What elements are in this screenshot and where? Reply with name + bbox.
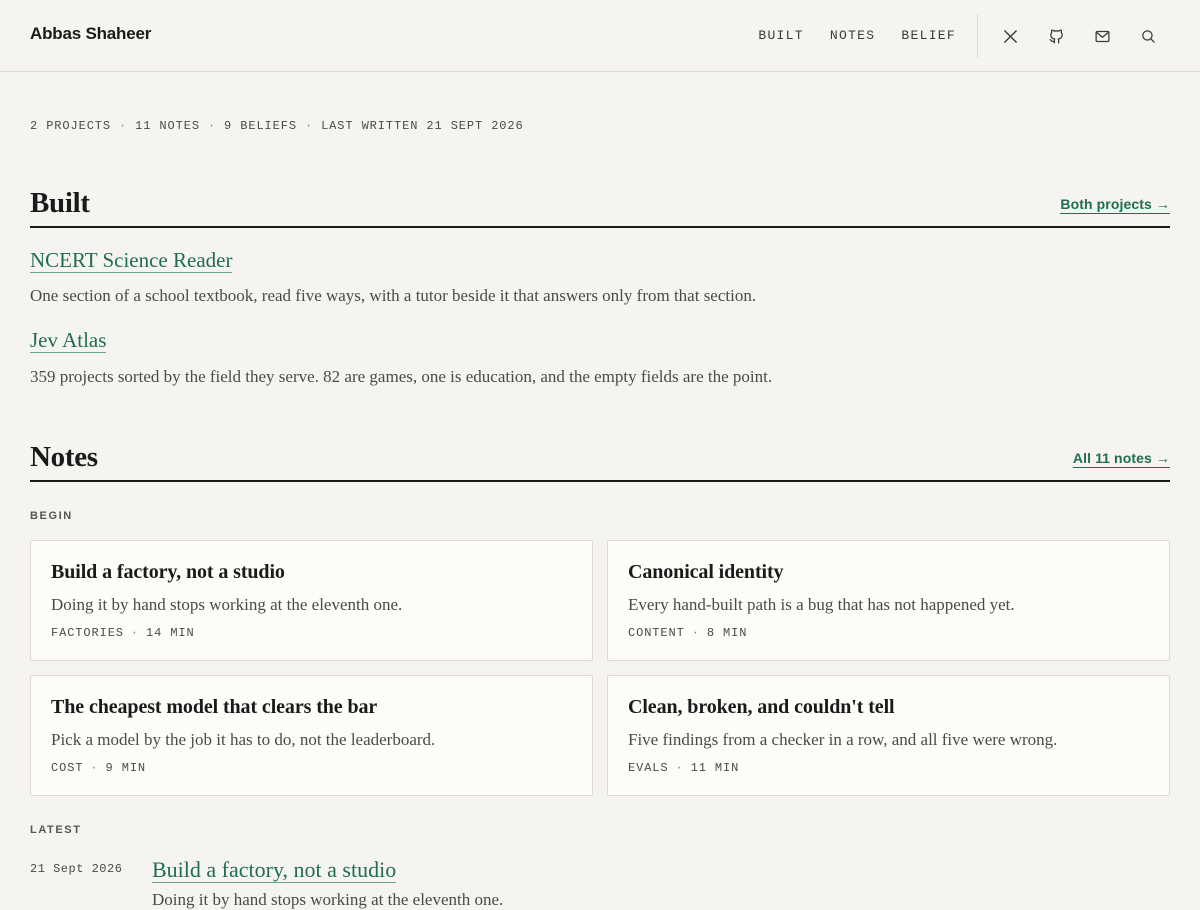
note-card-tag: COST xyxy=(51,761,84,775)
note-card-title: Build a factory, not a studio xyxy=(51,561,285,583)
meta-separator: · xyxy=(675,761,684,775)
latest-note-link[interactable]: Build a factory, not a studio xyxy=(152,857,397,884)
note-card-tag: FACTORIES xyxy=(51,626,124,640)
stat-separator: · xyxy=(304,119,314,133)
note-card-read-time: 14 MIN xyxy=(146,626,195,640)
github-icon[interactable] xyxy=(1043,23,1069,49)
note-card-description: Pick a model by the job it has to do, no… xyxy=(51,730,436,749)
project-description: 359 projects sorted by the field they se… xyxy=(30,367,773,386)
site-header: Abbas Shaheer BUILT NOTES BELIEF xyxy=(0,0,1200,72)
note-card-title: Clean, broken, and couldn't tell xyxy=(628,696,895,718)
notes-section-header: Notes All 11 notes → xyxy=(30,438,1170,482)
latest-note-description: Doing it by hand stops working at the el… xyxy=(152,890,504,909)
note-card-meta: CONTENT · 8 MIN xyxy=(628,626,747,640)
notes-section-title: Notes xyxy=(30,441,98,473)
both-projects-link[interactable]: Both projects → xyxy=(1060,196,1170,214)
stat-beliefs: 9 BELIEFS xyxy=(224,119,297,133)
note-card-meta: EVALS · 11 MIN xyxy=(628,761,739,775)
note-card-description: Five findings from a checker in a row, a… xyxy=(628,730,1058,749)
note-card-description: Every hand-built path is a bug that has … xyxy=(628,595,1015,614)
meta-separator: · xyxy=(90,761,99,775)
note-card-read-time: 11 MIN xyxy=(690,761,740,775)
search-icon[interactable] xyxy=(1135,23,1161,49)
note-card[interactable]: The cheapest model that clears the bar P… xyxy=(30,675,593,796)
site-stats: 2 PROJECTS · 11 NOTES · 9 BELIEFS · LAST… xyxy=(30,119,524,133)
latest-label: LATEST xyxy=(30,824,82,836)
stat-notes: 11 NOTES xyxy=(135,119,200,133)
note-card[interactable]: Canonical identity Every hand-built path… xyxy=(607,540,1170,661)
note-card-read-time: 8 MIN xyxy=(706,626,748,640)
stat-last-written: LAST WRITTEN 21 SEPT 2026 xyxy=(321,119,524,133)
note-card-description: Doing it by hand stops working at the el… xyxy=(51,595,403,614)
latest-note-date: 21 Sept 2026 xyxy=(30,862,123,876)
begin-label: BEGIN xyxy=(30,510,73,522)
note-card-title: Canonical identity xyxy=(628,561,784,583)
note-card-meta: COST · 9 MIN xyxy=(51,761,146,775)
stat-projects: 2 PROJECTS xyxy=(30,119,112,133)
all-notes-link[interactable]: All 11 notes → xyxy=(1072,450,1170,468)
nav-item-notes[interactable]: NOTES xyxy=(830,28,876,43)
meta-separator: · xyxy=(130,626,140,640)
note-card-tag: EVALS xyxy=(628,761,669,775)
mail-icon[interactable] xyxy=(1089,23,1115,49)
site-name-link[interactable]: Abbas Shaheer xyxy=(30,24,151,44)
note-card-tag: CONTENT xyxy=(628,626,685,640)
project-link-ncert-science-reader[interactable]: NCERT Science Reader xyxy=(30,248,233,274)
note-card-meta: FACTORIES · 14 MIN xyxy=(51,626,195,640)
note-card[interactable]: Clean, broken, and couldn't tell Five fi… xyxy=(607,675,1170,796)
nav-divider xyxy=(977,14,978,58)
note-card-read-time: 9 MIN xyxy=(105,761,147,775)
note-card-title: The cheapest model that clears the bar xyxy=(51,696,378,718)
stat-separator: · xyxy=(207,119,217,133)
nav-item-built[interactable]: BUILT xyxy=(758,28,804,43)
nav-item-belief[interactable]: BELIEF xyxy=(901,28,956,43)
project-link-jev-atlas[interactable]: Jev Atlas xyxy=(30,328,107,354)
x-icon[interactable] xyxy=(997,23,1023,49)
project-description: One section of a school textbook, read f… xyxy=(30,286,757,305)
meta-separator: · xyxy=(691,626,700,640)
main-nav: BUILT NOTES BELIEF xyxy=(758,28,956,43)
built-section-title: Built xyxy=(30,187,90,219)
stat-separator: · xyxy=(119,119,128,133)
note-card[interactable]: Build a factory, not a studio Doing it b… xyxy=(30,540,593,661)
built-section-header: Built Both projects → xyxy=(30,184,1170,228)
